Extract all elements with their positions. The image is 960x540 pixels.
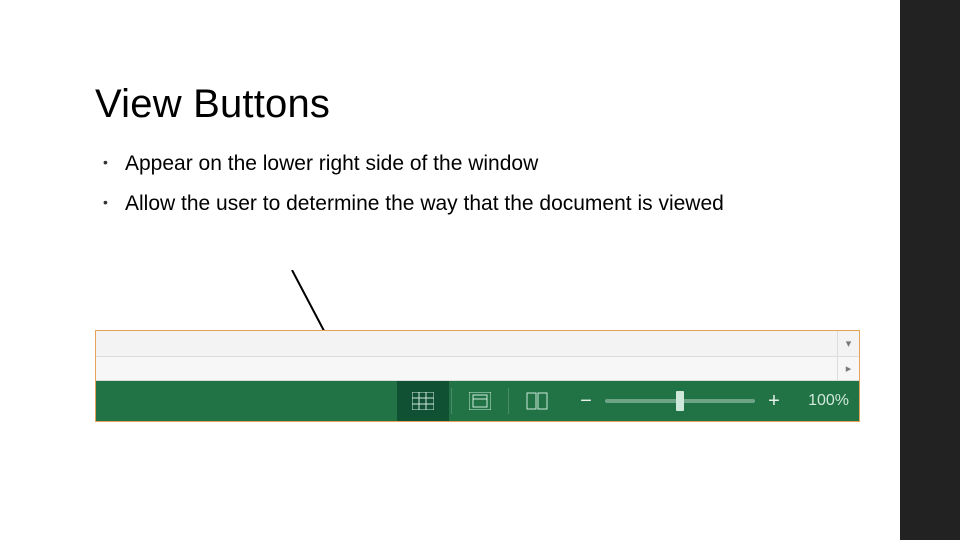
status-bar: − + 100% bbox=[96, 381, 859, 421]
page-break-view-icon bbox=[526, 392, 548, 410]
chevron-right-icon: ▸ bbox=[846, 362, 852, 375]
bullet-item: Allow the user to determine the way that… bbox=[113, 191, 855, 217]
excel-statusbar-screenshot: ▾ ▸ bbox=[95, 330, 860, 422]
chevron-down-icon: ▾ bbox=[846, 337, 852, 350]
zoom-slider[interactable] bbox=[605, 399, 755, 403]
zoom-percentage[interactable]: 100% bbox=[803, 392, 849, 410]
normal-view-icon bbox=[412, 392, 434, 410]
zoom-in-button[interactable]: + bbox=[765, 391, 783, 411]
slide-title: View Buttons bbox=[95, 82, 855, 127]
zoom-controls: − + bbox=[577, 391, 783, 411]
page-break-view-button[interactable] bbox=[511, 381, 563, 421]
scroll-right-button[interactable]: ▸ bbox=[837, 357, 859, 380]
bullet-list: Appear on the lower right side of the wi… bbox=[95, 151, 855, 218]
horizontal-scroll-row: ▸ bbox=[96, 357, 859, 381]
slide-content: View Buttons Appear on the lower right s… bbox=[95, 82, 855, 232]
scroll-down-button[interactable]: ▾ bbox=[837, 331, 859, 356]
separator bbox=[508, 388, 509, 414]
page-layout-view-button[interactable] bbox=[454, 381, 506, 421]
separator bbox=[451, 388, 452, 414]
page-layout-view-icon bbox=[469, 392, 491, 410]
vertical-scroll-strip: ▾ bbox=[96, 331, 859, 357]
slide-right-stripe bbox=[900, 0, 960, 540]
normal-view-button[interactable] bbox=[397, 381, 449, 421]
zoom-out-button[interactable]: − bbox=[577, 391, 595, 411]
zoom-slider-thumb[interactable] bbox=[676, 391, 684, 411]
bullet-item: Appear on the lower right side of the wi… bbox=[113, 151, 855, 177]
